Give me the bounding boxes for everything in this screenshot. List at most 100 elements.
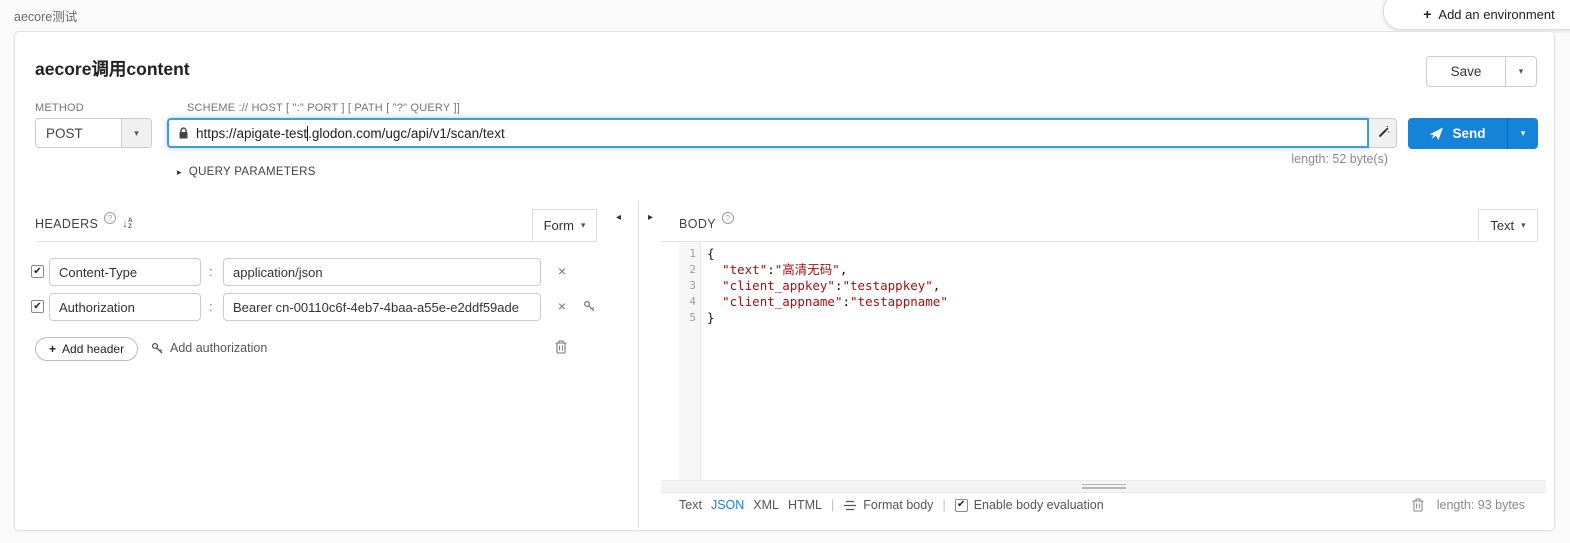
plain-token: , (840, 262, 848, 277)
collapse-left-icon[interactable]: ◂ (616, 212, 621, 223)
chevron-down-icon: ▾ (581, 221, 586, 230)
plain-token: : (767, 262, 775, 277)
enable-body-evaluation-toggle[interactable]: ✔ Enable body evaluation (955, 498, 1104, 512)
string-token: "text" (722, 262, 767, 277)
header-row: ✔:× (15, 258, 638, 286)
format-body-button[interactable]: Format body (843, 498, 933, 512)
expand-right-icon[interactable]: ▸ (648, 212, 653, 223)
body-length-text: length: 93 bytes (1437, 498, 1525, 512)
body-title-label: BODY (679, 217, 716, 231)
body-view-mode-value: Text (1490, 218, 1514, 233)
checkbox-checked[interactable]: ✔ (31, 265, 44, 278)
body-toolbar-right: length: 93 bytes (1412, 498, 1525, 512)
toolbar-separator: | (831, 498, 834, 512)
plain-token: : (842, 294, 850, 309)
add-environment-button[interactable]: + Add an environment (1383, 0, 1570, 30)
string-token: "高清无码" (775, 262, 840, 277)
resize-grip-icon (1082, 484, 1126, 489)
plus-icon: + (1423, 6, 1431, 22)
code-line: { (707, 246, 1546, 262)
send-label: Send (1452, 126, 1485, 141)
plus-icon: + (49, 342, 56, 356)
header-value-input[interactable] (223, 293, 541, 321)
send-split-button: Send ▾ (1408, 118, 1538, 149)
url-length-text: length: 52 byte(s) (1088, 152, 1388, 166)
enable-body-evaluation-label: Enable body evaluation (974, 498, 1104, 512)
line-number: 1 (679, 246, 696, 262)
add-authorization-button[interactable]: Add authorization (151, 341, 267, 355)
url-text-after-caret: .glodon.com/ugc/api/v1/scan/text (308, 126, 505, 141)
chevron-down-icon: ▾ (1521, 129, 1526, 138)
wand-icon (1376, 126, 1390, 140)
send-dropdown-button[interactable]: ▾ (1507, 118, 1538, 149)
url-text-before-caret: https://apigate-test (196, 126, 307, 141)
headers-title-label: HEADERS (35, 217, 98, 231)
colon-separator: : (209, 299, 213, 314)
toolbar-separator: | (942, 498, 945, 512)
headers-view-mode-select[interactable]: Form ▾ (532, 209, 597, 242)
chevron-down-icon: ▾ (1521, 221, 1526, 230)
url-input[interactable]: https://apigate-test .glodon.com/ugc/api… (167, 118, 1369, 148)
format-lines-icon (843, 500, 857, 511)
plain-token (707, 294, 722, 309)
format-tab-text[interactable]: Text (679, 498, 702, 512)
format-tab-json[interactable]: JSON (711, 498, 744, 512)
string-token: "client_appkey" (722, 278, 835, 293)
headers-view-mode-value: Form (544, 218, 574, 233)
save-label: Save (1451, 64, 1482, 79)
checkbox-checked[interactable]: ✔ (955, 499, 968, 512)
breadcrumb: aecore测试 (14, 6, 77, 25)
curl-import-button[interactable] (1369, 118, 1397, 148)
code-area[interactable]: { "text":"高清无码", "client_appkey":"testap… (701, 242, 1546, 480)
query-parameters-toggle[interactable]: ▸ QUERY PARAMETERS (177, 166, 316, 178)
help-icon[interactable]: ? (722, 212, 734, 224)
chevron-down-icon: ▾ (134, 129, 139, 138)
header-name-input[interactable] (49, 293, 201, 321)
disclosure-triangle-icon: ▸ (177, 167, 182, 178)
body-code-editor: 12345 { "text":"高清无码", "client_appkey":"… (679, 242, 1546, 480)
header-value-input[interactable] (223, 258, 541, 286)
request-card: aecore调用content Save ▾ METHOD SCHEME ://… (14, 31, 1555, 531)
save-dropdown-button[interactable]: ▾ (1506, 56, 1537, 87)
query-parameters-label: QUERY PARAMETERS (189, 166, 316, 178)
close-icon[interactable]: × (555, 263, 569, 279)
plain-token: { (707, 246, 715, 261)
checkbox-checked[interactable]: ✔ (31, 300, 44, 313)
save-split-button: Save ▾ (1426, 56, 1537, 87)
delete-body-icon[interactable] (1412, 498, 1424, 512)
close-icon[interactable]: × (555, 298, 569, 314)
line-number-gutter: 12345 (679, 242, 701, 480)
string-token: "testappname" (850, 294, 948, 309)
sort-az-icon[interactable]: ↓ AZ (122, 218, 133, 230)
help-icon[interactable]: ? (104, 212, 116, 224)
line-number: 2 (679, 262, 696, 278)
key-icon[interactable] (583, 300, 596, 313)
line-number: 4 (679, 294, 696, 310)
code-line: "client_appkey":"testappkey", (707, 278, 1546, 294)
headers-header-rule (35, 241, 532, 242)
header-name-input[interactable] (49, 258, 201, 286)
body-view-mode-select[interactable]: Text ▾ (1478, 209, 1538, 242)
body-toolbar: Text JSON XML HTML | Format body | ✔ Enable… (679, 498, 1104, 512)
plain-token (707, 262, 722, 277)
add-environment-label: Add an environment (1438, 7, 1554, 22)
plain-token: } (707, 310, 715, 325)
plain-token: , (933, 278, 941, 293)
format-tab-xml[interactable]: XML (753, 498, 779, 512)
method-dropdown-button[interactable]: ▾ (121, 119, 151, 147)
string-token: "testappkey" (842, 278, 932, 293)
delete-headers-icon[interactable] (555, 340, 567, 354)
save-button[interactable]: Save (1426, 56, 1506, 87)
format-tab-html[interactable]: HTML (788, 498, 822, 512)
body-panel-title: BODY ? (679, 217, 734, 231)
add-header-button[interactable]: + Add header (35, 337, 138, 361)
panel-divider[interactable] (638, 201, 639, 529)
line-number: 5 (679, 310, 696, 326)
method-select[interactable]: POST ▾ (35, 118, 152, 148)
header-row: ✔: × (15, 293, 638, 321)
editor-resize-handle[interactable] (661, 480, 1546, 493)
chevron-down-icon: ▾ (1519, 67, 1524, 76)
string-token: "client_appname" (722, 294, 842, 309)
send-button[interactable]: Send (1408, 118, 1507, 149)
headers-panel-title: HEADERS ? ↓ AZ (35, 217, 133, 231)
